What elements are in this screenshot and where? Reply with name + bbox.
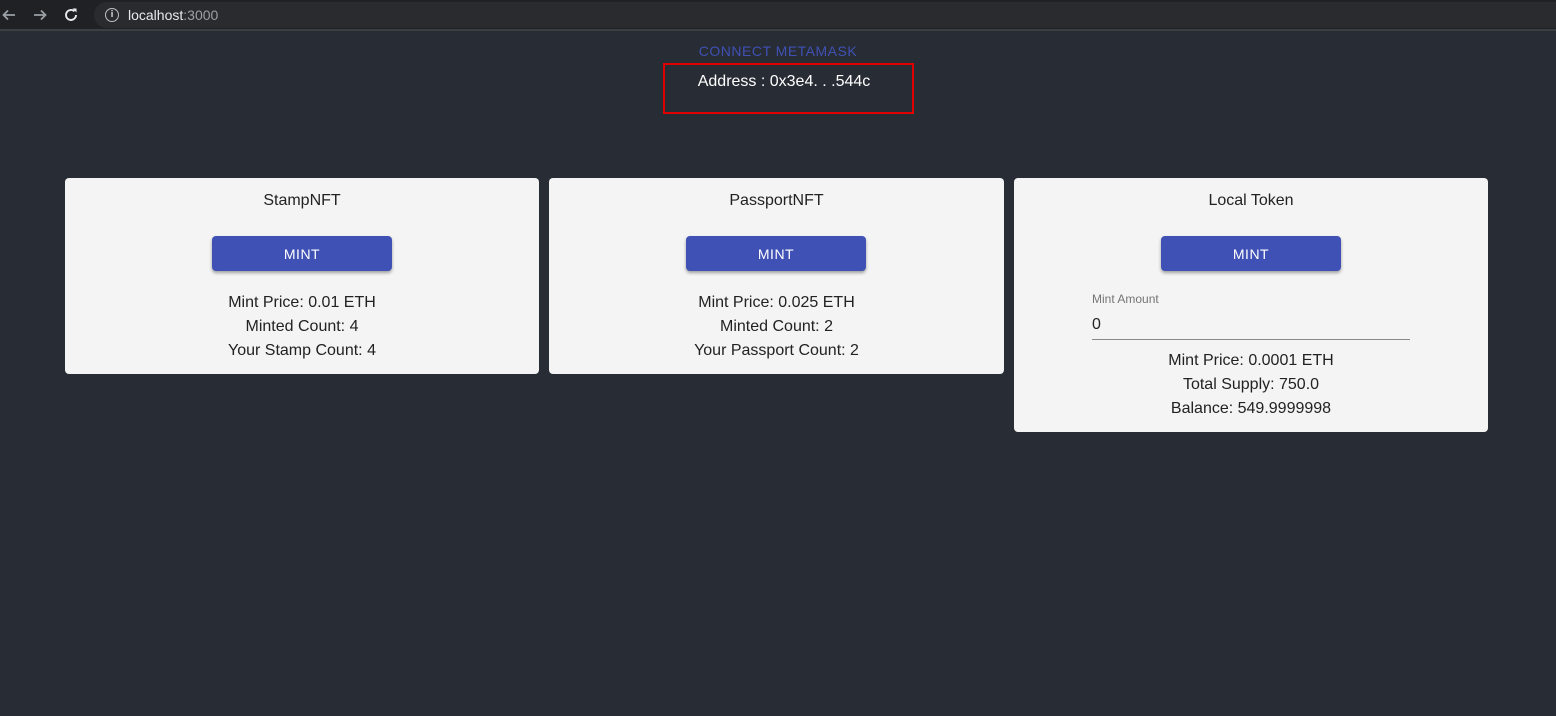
mint-price: Mint Price: 0.01 ETH	[228, 294, 376, 311]
reload-icon[interactable]	[61, 5, 81, 25]
back-arrow-icon[interactable]	[0, 5, 19, 25]
address-bar[interactable]: i localhost:3000	[94, 2, 1556, 28]
site-info-icon[interactable]: i	[105, 8, 119, 22]
mint-amount-input[interactable]	[1092, 311, 1410, 340]
mint-passport-button[interactable]: MINT	[686, 236, 866, 271]
stamp-nft-card: StampNFT MINT Mint Price: 0.01 ETH Minte…	[65, 178, 539, 374]
mint-price: Mint Price: 0.025 ETH	[698, 294, 855, 311]
owned-count: Your Stamp Count: 4	[228, 342, 376, 359]
connect-metamask-button[interactable]: CONNECT METAMASK	[0, 43, 1556, 59]
forward-arrow-icon[interactable]	[30, 5, 50, 25]
browser-toolbar: i localhost:3000	[0, 0, 1556, 31]
owned-count: Your Passport Count: 2	[694, 342, 859, 359]
minted-count: Minted Count: 4	[245, 318, 359, 335]
url-port: :3000	[183, 7, 219, 23]
balance: Balance: 549.9999998	[1170, 400, 1332, 417]
token-info: Mint Price: 0.0001 ETH Total Supply: 750…	[1014, 349, 1488, 421]
mint-token-button[interactable]: MINT	[1161, 236, 1341, 271]
card-title: StampNFT	[263, 192, 341, 209]
passport-info: Mint Price: 0.025 ETH Minted Count: 2 Yo…	[549, 291, 1004, 363]
mint-amount-label: Mint Amount	[1092, 292, 1159, 306]
mint-stamp-button[interactable]: MINT	[212, 236, 392, 271]
stamp-info: Mint Price: 0.01 ETH Minted Count: 4 You…	[65, 291, 539, 363]
card-title: PassportNFT	[729, 192, 824, 209]
url-host: localhost	[128, 7, 184, 23]
local-token-card: Local Token MINT Mint Amount Mint Price:…	[1014, 178, 1488, 432]
minted-count: Minted Count: 2	[720, 318, 833, 335]
card-title: Local Token	[1208, 192, 1294, 209]
mint-price: Mint Price: 0.0001 ETH	[1168, 352, 1334, 369]
wallet-address: Address : 0x3e4. . .544c	[697, 73, 871, 90]
total-supply: Total Supply: 750.0	[1182, 376, 1320, 393]
passport-nft-card: PassportNFT MINT Mint Price: 0.025 ETH M…	[549, 178, 1004, 374]
